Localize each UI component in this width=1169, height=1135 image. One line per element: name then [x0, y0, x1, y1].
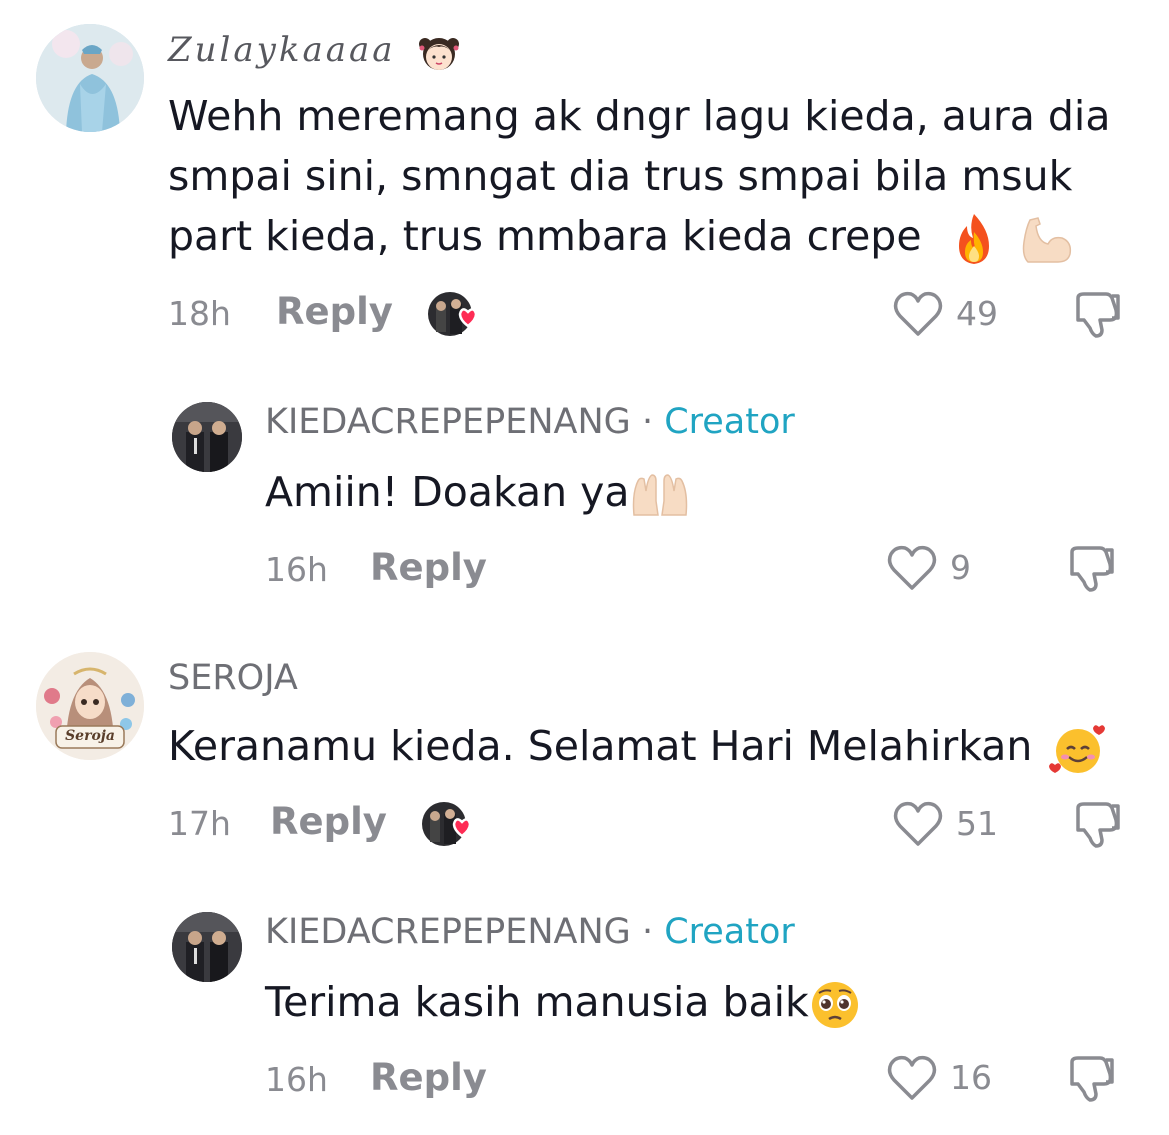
avatar-label: Seroja	[65, 728, 115, 744]
creator-badge: Creator	[664, 402, 795, 442]
smiling-face-with-hearts-emoji	[1049, 725, 1106, 773]
comment-text: Wehh meremang ak dngr lagu kieda, aura d…	[168, 86, 1110, 266]
like-count: 49	[956, 294, 998, 333]
pleading-face-emoji	[811, 982, 858, 1028]
creator-liked-badge	[420, 800, 482, 846]
heart-icon[interactable]	[886, 544, 938, 592]
palms-up-together-emoji	[632, 474, 687, 516]
comment-time: 18h	[168, 294, 231, 333]
reply-button[interactable]: Reply	[270, 800, 387, 843]
creator-badge: Creator	[664, 912, 795, 952]
reply-button[interactable]: Reply	[370, 546, 487, 589]
girl-face-emoji	[419, 38, 460, 70]
flexed-biceps-emoji	[1022, 217, 1071, 263]
avatar[interactable]	[36, 24, 144, 132]
comment-username[interactable]: KIEDACREPEPENANG · Creator	[265, 402, 795, 442]
comment-username[interactable]: SEROJA	[168, 658, 298, 698]
fire-emoji	[958, 214, 989, 264]
thumbs-down-icon[interactable]	[1066, 1054, 1116, 1104]
thumbs-down-icon[interactable]	[1066, 544, 1116, 594]
comment-time: 16h	[265, 1060, 328, 1099]
creator-liked-badge	[426, 290, 488, 336]
reply-button[interactable]: Reply	[370, 1056, 487, 1099]
avatar[interactable]: Seroja	[36, 652, 144, 760]
heart-icon[interactable]	[892, 800, 944, 848]
comment-text: Keranamu kieda. Selamat Hari Melahirkan	[168, 716, 1107, 777]
like-count: 16	[950, 1058, 992, 1097]
heart-icon[interactable]	[886, 1054, 938, 1102]
comment-username[interactable]: KIEDACREPEPENANG · Creator	[265, 912, 795, 952]
comment-username[interactable]: Zulaykaaaa	[168, 30, 461, 74]
comment-text: Terima kasih manusia baik	[265, 972, 861, 1032]
thumbs-down-icon[interactable]	[1072, 800, 1122, 850]
avatar[interactable]	[172, 402, 242, 472]
heart-icon[interactable]	[892, 290, 944, 338]
comment-time: 16h	[265, 550, 328, 589]
reply-button[interactable]: Reply	[276, 290, 393, 333]
comment-time: 17h	[168, 804, 231, 843]
thumbs-down-icon[interactable]	[1072, 290, 1122, 340]
comment-text: Amiin! Doakan ya	[265, 462, 690, 522]
avatar[interactable]	[172, 912, 242, 982]
like-count: 9	[950, 548, 971, 587]
like-count: 51	[956, 804, 998, 843]
